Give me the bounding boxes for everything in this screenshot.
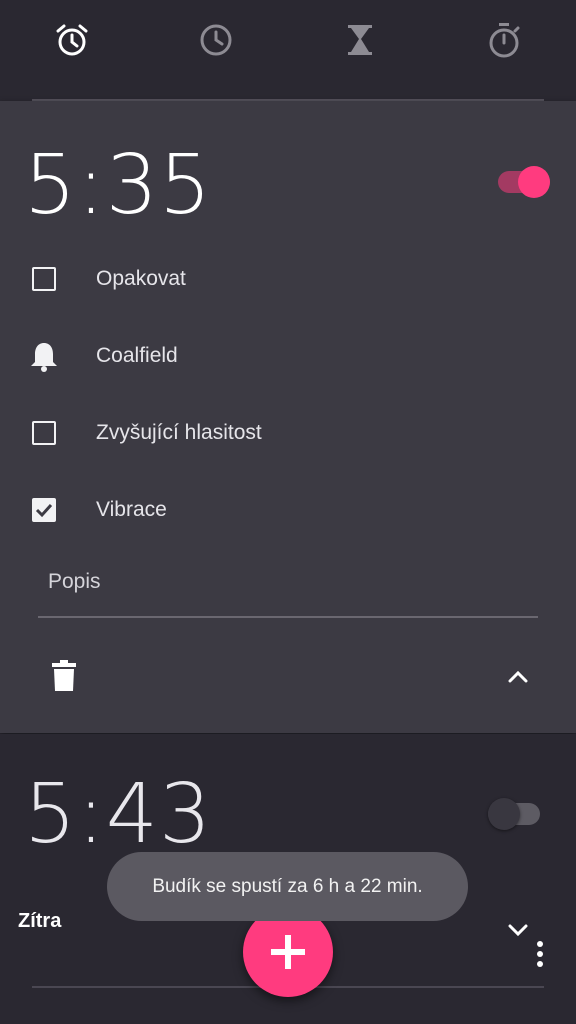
- tab-timer[interactable]: [336, 16, 384, 64]
- option-ringtone[interactable]: Coalfield: [0, 326, 576, 386]
- check-icon: [35, 503, 53, 518]
- top-tab-bar: [0, 0, 576, 100]
- delete-button[interactable]: [48, 658, 80, 694]
- alarm-day-label: Zítra: [18, 910, 62, 932]
- clock-icon: [200, 24, 232, 56]
- tab-stopwatch[interactable]: [480, 16, 528, 64]
- option-repeat[interactable]: Opakovat: [0, 249, 576, 309]
- alarm-icon: [56, 24, 88, 56]
- more-vert-icon: [537, 941, 543, 967]
- toast-text: Budík se spustí za 6 h a 22 min.: [152, 875, 423, 897]
- toast-message: Budík se spustí za 6 h a 22 min.: [107, 852, 468, 921]
- plus-icon: [271, 935, 305, 969]
- option-increasing-volume[interactable]: Zvyšující hlasitost: [0, 403, 576, 463]
- tab-clock[interactable]: [192, 16, 240, 64]
- chevron-up-icon: [508, 670, 528, 683]
- collapse-button[interactable]: [502, 660, 534, 692]
- bell-icon: [31, 343, 57, 372]
- trash-icon: [52, 660, 76, 691]
- checkbox-empty-icon[interactable]: [32, 267, 56, 291]
- description-underline: [38, 616, 538, 618]
- checkbox-checked-icon[interactable]: [32, 498, 56, 522]
- tab-alarm[interactable]: [48, 16, 96, 64]
- timer-hourglass-icon: [348, 25, 372, 55]
- more-options-button[interactable]: [528, 938, 552, 970]
- alarm-card-expanded[interactable]: 5:35 Opakovat Coalfield Zvyšující hlasit…: [0, 101, 576, 733]
- option-label: Zvyšující hlasitost: [96, 421, 262, 444]
- checkbox-empty-icon[interactable]: [32, 421, 56, 445]
- alarm-toggle-on[interactable]: [494, 160, 554, 200]
- stopwatch-icon: [489, 23, 520, 58]
- description-field[interactable]: Popis: [48, 570, 101, 594]
- option-vibrate[interactable]: Vibrace: [0, 480, 576, 540]
- alarm-toggle-off[interactable]: [484, 792, 544, 832]
- alarm-time[interactable]: 5:35: [24, 145, 212, 227]
- option-label: Vibrace: [96, 498, 167, 521]
- alarm-time[interactable]: 5:43: [24, 774, 212, 856]
- ringtone-label: Coalfield: [96, 344, 178, 367]
- option-label: Opakovat: [96, 267, 186, 290]
